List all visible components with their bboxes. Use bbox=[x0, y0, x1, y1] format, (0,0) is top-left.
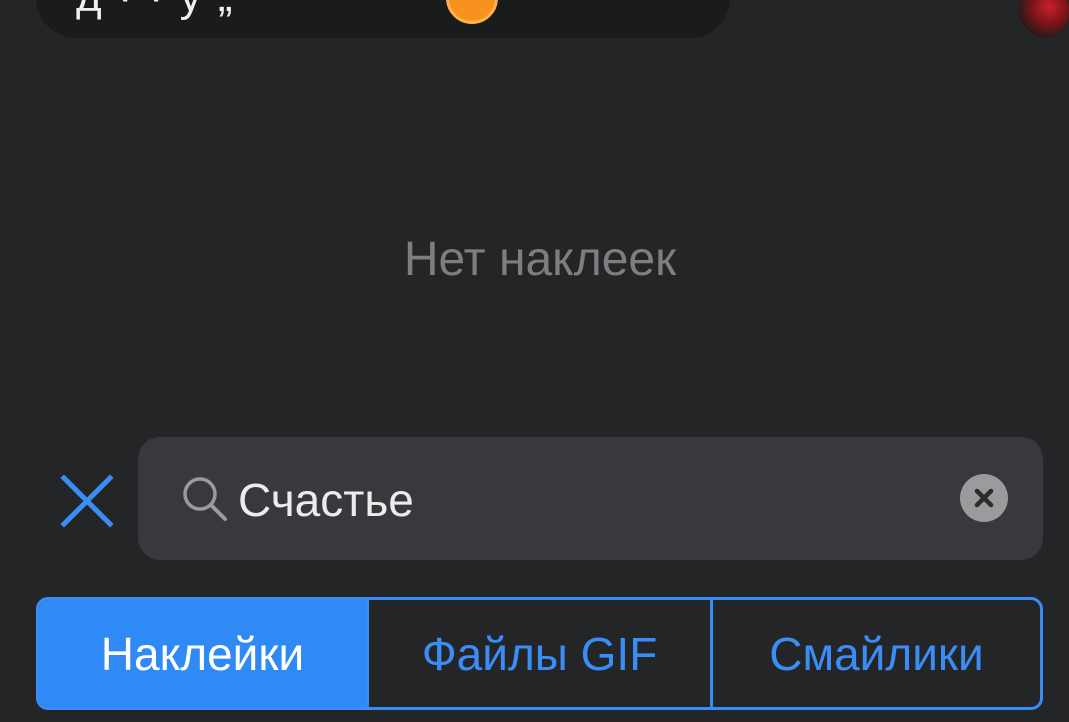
search-input[interactable] bbox=[238, 467, 938, 533]
close-icon bbox=[60, 474, 114, 528]
search-icon bbox=[183, 477, 227, 521]
smiling-emoji-icon bbox=[446, 0, 498, 24]
avatar[interactable] bbox=[1018, 0, 1069, 38]
close-search-button[interactable] bbox=[58, 472, 116, 530]
chat-message-bubble: д · · у „ bbox=[36, 0, 730, 38]
sticker-search-screen: д · · у „ Нет наклеек Наклейки Файлы GIF… bbox=[0, 0, 1069, 722]
tab-gif-files[interactable]: Файлы GIF bbox=[366, 600, 710, 707]
chat-message-text: д · · у „ bbox=[76, 0, 235, 22]
empty-results-message: Нет наклеек bbox=[403, 233, 677, 286]
tab-stickers[interactable]: Наклейки bbox=[39, 600, 366, 707]
clear-icon bbox=[974, 488, 994, 508]
search-bar bbox=[138, 437, 1043, 560]
clear-search-button[interactable] bbox=[960, 474, 1008, 522]
content-type-tabs: Наклейки Файлы GIF Смайлики bbox=[36, 597, 1043, 710]
tab-smileys[interactable]: Смайлики bbox=[710, 600, 1040, 707]
